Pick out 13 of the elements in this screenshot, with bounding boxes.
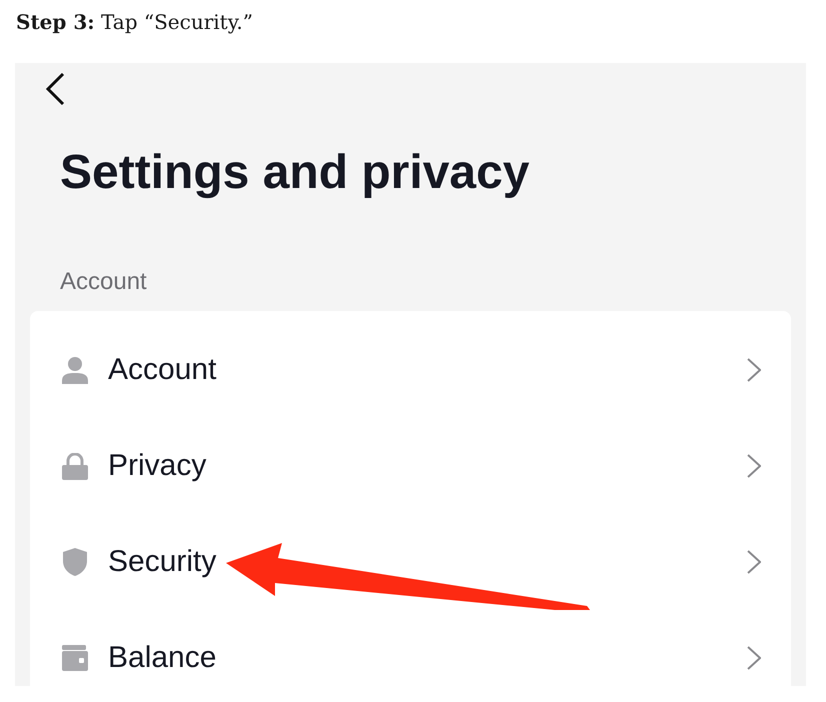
back-button[interactable] bbox=[45, 73, 65, 105]
page-title: Settings and privacy bbox=[60, 149, 530, 197]
shield-icon bbox=[63, 548, 87, 576]
section-label: Account bbox=[60, 270, 148, 294]
chevron-right-icon bbox=[747, 454, 761, 478]
padlock-icon bbox=[62, 452, 88, 480]
chevron-left-icon bbox=[45, 73, 65, 105]
step-instruction: Step 3: Tap “Security.” bbox=[15, 9, 254, 32]
chevron-right-icon bbox=[747, 550, 761, 574]
chevron-right-icon bbox=[747, 646, 761, 670]
person-icon bbox=[62, 356, 88, 384]
chevron-right-icon bbox=[747, 358, 761, 382]
wallet-icon bbox=[62, 645, 88, 671]
